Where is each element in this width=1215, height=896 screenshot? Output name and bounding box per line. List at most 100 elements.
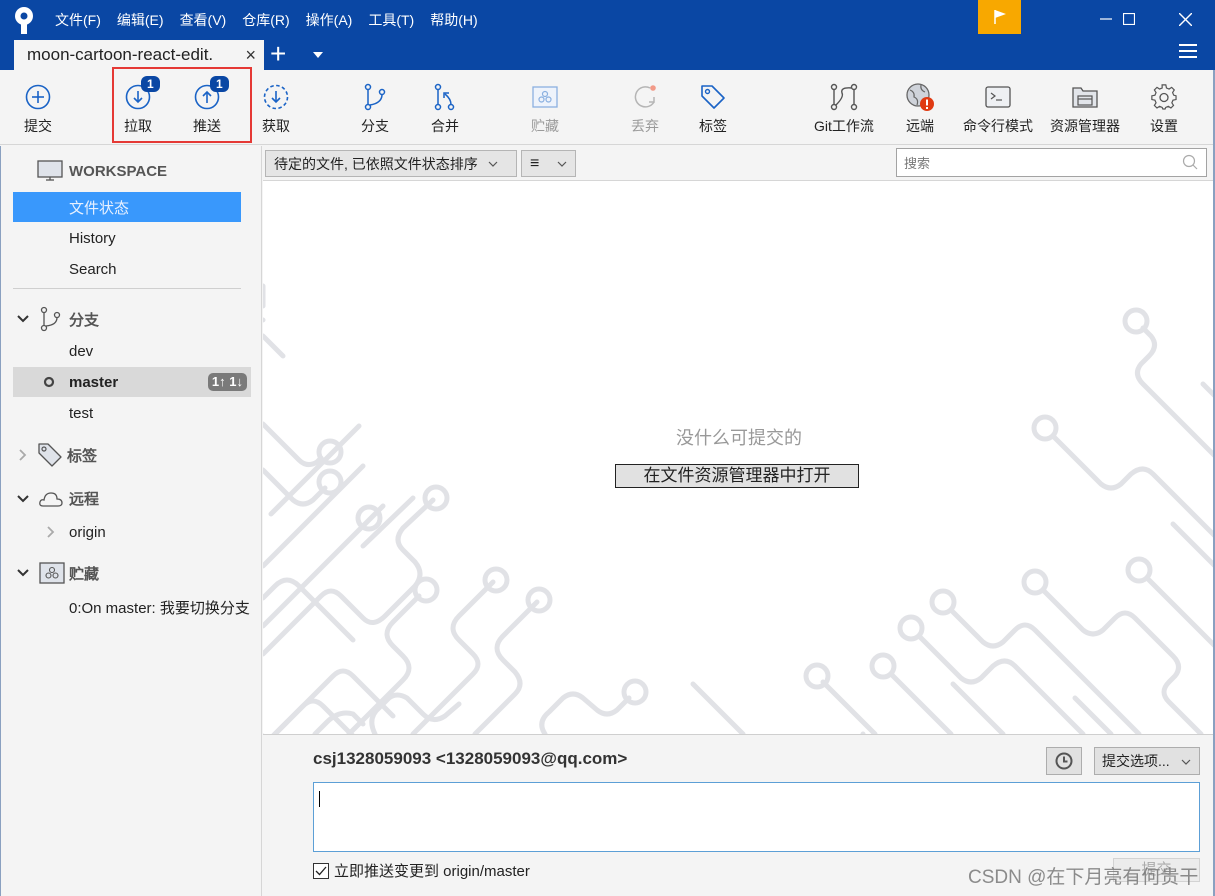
push-label: 推送 — [193, 118, 221, 134]
menu-tools[interactable]: 工具(T) — [368, 10, 414, 30]
discard-icon — [630, 82, 660, 112]
terminal-button[interactable]: 命令行模式 — [958, 70, 1038, 144]
stashes-header[interactable]: 贮藏 — [17, 562, 99, 584]
sidebar-item-file-status[interactable]: 文件状态 — [13, 192, 241, 222]
search-icon — [1182, 154, 1198, 170]
menu-edit[interactable]: 编辑(E) — [117, 10, 164, 30]
chevron-down-icon[interactable] — [17, 568, 29, 578]
sort-dropdown[interactable]: 待定的文件, 已依照文件状态排序 — [265, 150, 517, 177]
chevron-down-icon — [488, 161, 498, 167]
terminal-label: 命令行模式 — [963, 118, 1033, 134]
clock-icon — [1055, 752, 1073, 770]
remote-item-origin[interactable]: origin — [13, 517, 241, 547]
gitflow-icon — [829, 82, 859, 112]
remote-origin-label: origin — [69, 523, 106, 541]
gear-icon — [1149, 82, 1179, 112]
menu-help[interactable]: 帮助(H) — [430, 10, 477, 30]
discard-button[interactable]: 丢弃 — [628, 70, 662, 144]
stash-icon — [39, 562, 65, 584]
chevron-down-icon[interactable] — [17, 314, 29, 324]
repo-tab[interactable]: moon-cartoon-react-edit. × — [14, 40, 264, 70]
toolbar: 提交 1 拉取 1 推送 获取 分支 合并 贮藏 丢弃 标签 Git工作流 远端… — [0, 67, 1215, 145]
pull-button[interactable]: 1 拉取 — [119, 70, 160, 144]
maximize-icon — [1123, 13, 1135, 25]
view-mode-dropdown[interactable]: ≡ — [521, 150, 576, 177]
tags-header[interactable]: 标签 — [17, 442, 97, 468]
search-input[interactable]: 搜索 — [896, 148, 1207, 177]
branches-header[interactable]: 分支 — [17, 306, 99, 332]
stash-button[interactable]: 贮藏 — [528, 70, 562, 144]
remotes-title: 远程 — [69, 491, 100, 508]
branch-icon — [360, 82, 390, 112]
file-status-panel: 待定的文件, 已依照文件状态排序 ≡ 搜索 没什么可提交的 在文件资源管理器中打… — [263, 146, 1215, 734]
chevron-down-icon — [1181, 759, 1191, 765]
branch-item-test[interactable]: test — [13, 398, 241, 428]
fetch-label: 获取 — [262, 118, 290, 134]
menu-file[interactable]: 文件(F) — [55, 10, 101, 30]
menu-repository[interactable]: 仓库(R) — [242, 10, 289, 30]
sourcetree-logo-icon — [15, 7, 33, 34]
close-icon — [1178, 12, 1192, 26]
stash-item[interactable]: 0:On master: 我要切换分支 — [13, 592, 253, 622]
pull-count-badge: 1 — [141, 76, 160, 92]
plus-circle-icon — [23, 82, 53, 112]
workspace-header: WORKSPACE — [37, 160, 167, 182]
close-window-button[interactable] — [1162, 0, 1208, 38]
branch-item-master[interactable]: master 1↑ 1↓ — [13, 367, 251, 397]
tag-icon — [698, 82, 728, 112]
chevron-down-icon[interactable] — [17, 494, 29, 504]
tag-icon — [38, 443, 62, 467]
fetch-button[interactable]: 获取 — [259, 70, 293, 144]
branch-item-dev[interactable]: dev — [13, 336, 241, 366]
merge-icon — [430, 82, 460, 112]
gitflow-label: Git工作流 — [814, 118, 874, 134]
maximize-button[interactable] — [1106, 0, 1152, 38]
menu-view[interactable]: 查看(V) — [180, 10, 227, 30]
branch-label: 分支 — [361, 118, 389, 134]
commit-author: csj1328059093 <1328059093@qq.com> — [313, 749, 628, 768]
chevron-down-icon — [557, 161, 567, 167]
push-checkbox-label: 立即推送变更到 origin/master — [334, 863, 530, 880]
chevron-right-icon[interactable] — [45, 526, 55, 538]
branch-icon — [40, 306, 61, 332]
settings-button[interactable]: 设置 — [1147, 70, 1181, 144]
watermark: CSDN @在下月亮有何贵干 — [968, 867, 1199, 888]
explorer-button[interactable]: 资源管理器 — [1046, 70, 1124, 144]
commit-button[interactable]: 提交 — [20, 70, 56, 144]
filter-bar: 待定的文件, 已依照文件状态排序 ≡ 搜索 — [263, 146, 1215, 181]
sidebar-item-search[interactable]: Search — [13, 254, 241, 284]
branch-button[interactable]: 分支 — [358, 70, 392, 144]
repo-tab-ellipsis: . — [208, 45, 214, 64]
tab-close-icon[interactable]: × — [245, 45, 256, 66]
commit-history-button[interactable] — [1046, 747, 1082, 775]
title-bar: 文件(F) 编辑(E) 查看(V) 仓库(R) 操作(A) 工具(T) 帮助(H… — [0, 0, 1215, 70]
remote-button[interactable]: 远端 — [903, 70, 937, 144]
merge-label: 合并 — [431, 118, 459, 134]
menu-actions[interactable]: 操作(A) — [306, 10, 353, 30]
list-view-icon: ≡ — [530, 154, 540, 172]
commit-options-label: 提交选项... — [1102, 753, 1170, 769]
commit-message-input[interactable] — [313, 782, 1200, 852]
discard-label: 丢弃 — [631, 118, 659, 134]
new-tab-button[interactable]: + — [270, 38, 286, 70]
ahead-behind-badge: 1↑ 1↓ — [207, 373, 247, 391]
tag-button[interactable]: 标签 — [696, 70, 730, 144]
sidebar-item-history[interactable]: History — [13, 223, 241, 253]
open-in-explorer-button[interactable]: 在文件资源管理器中打开 — [615, 464, 859, 488]
checkmark-icon — [315, 866, 327, 875]
hamburger-menu-icon[interactable] — [1179, 44, 1197, 58]
flag-button[interactable] — [978, 0, 1021, 34]
repo-tab-label: moon-cartoon-react-edit — [27, 45, 209, 64]
remotes-header[interactable]: 远程 — [17, 488, 99, 509]
commit-options-dropdown[interactable]: 提交选项... — [1094, 747, 1200, 775]
push-immediately-checkbox[interactable]: 立即推送变更到 origin/master — [313, 860, 530, 881]
stash-label: 贮藏 — [531, 118, 559, 134]
pull-label: 拉取 — [124, 118, 152, 134]
tab-dropdown-icon[interactable] — [313, 52, 323, 58]
merge-button[interactable]: 合并 — [428, 70, 462, 144]
checkbox-checked[interactable] — [313, 862, 329, 879]
chevron-right-icon[interactable] — [17, 449, 27, 461]
search-placeholder: 搜索 — [904, 156, 931, 171]
push-button[interactable]: 1 推送 — [188, 70, 229, 144]
gitflow-button[interactable]: Git工作流 — [810, 70, 878, 144]
